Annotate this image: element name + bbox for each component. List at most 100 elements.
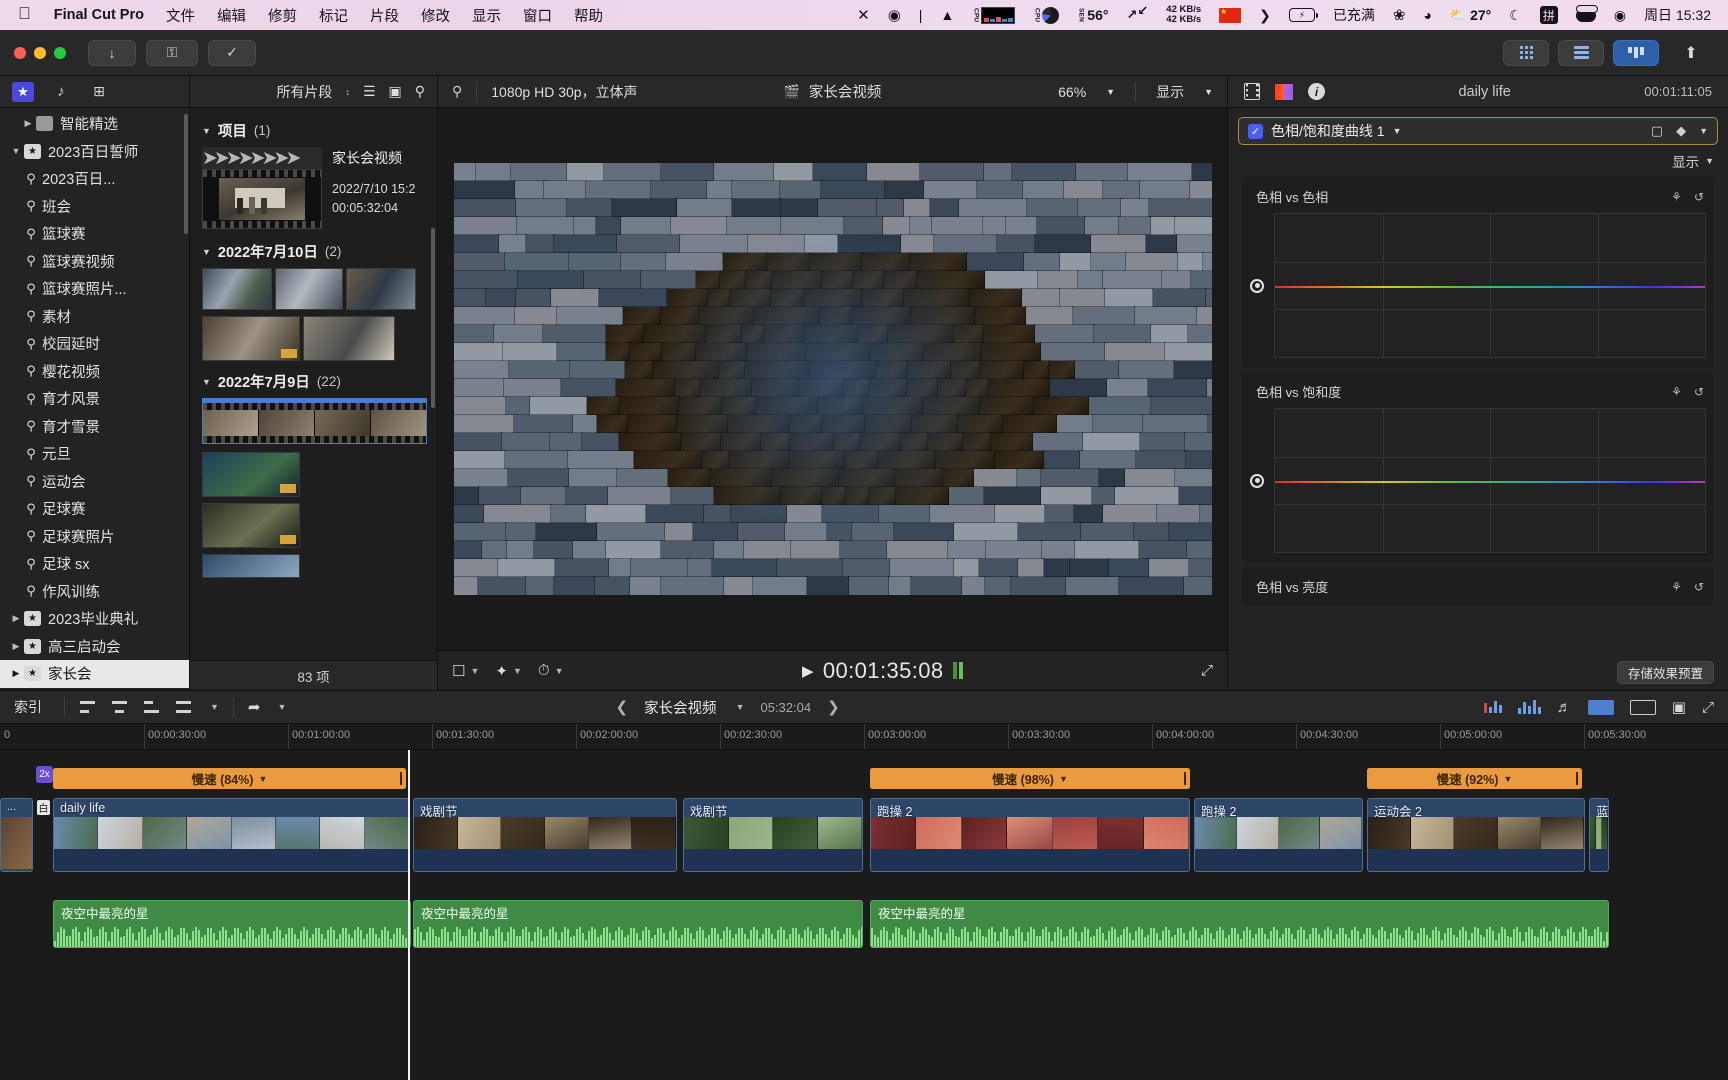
- curve-knob[interactable]: [1250, 473, 1264, 488]
- previous-icon[interactable]: ❮: [615, 698, 628, 716]
- select-tool-icon[interactable]: ➦: [248, 698, 261, 716]
- menu-item-modify[interactable]: 修改: [410, 5, 461, 26]
- reset-icon[interactable]: ↺: [1694, 580, 1704, 594]
- expand-timeline-icon[interactable]: ▣: [1672, 698, 1686, 716]
- video-clip-2[interactable]: 戏剧节: [683, 798, 863, 872]
- menu-item-edit[interactable]: 编辑: [206, 5, 257, 26]
- disclosure-triangle-icon[interactable]: ▼: [202, 377, 211, 387]
- video-clip-6[interactable]: 蓝: [1589, 798, 1609, 872]
- disclosure-triangle-icon[interactable]: ▶: [8, 668, 24, 679]
- chevron-down-icon[interactable]: ▼: [1393, 126, 1402, 136]
- mask-icon[interactable]: ▢: [1651, 123, 1663, 139]
- browser-group-date-0709[interactable]: ▼ 2022年7月9日 (22): [190, 367, 437, 398]
- retime-bar-0[interactable]: 慢速 (84%) ▼: [53, 768, 406, 789]
- sidebar-item-15[interactable]: ⚲ 足球赛照片: [0, 523, 189, 551]
- append-clip-icon[interactable]: [143, 699, 161, 715]
- chevron-down-icon[interactable]: ▼: [1699, 126, 1708, 136]
- overwrite-clip-icon[interactable]: [175, 699, 193, 715]
- connect-clip-icon[interactable]: [79, 699, 97, 715]
- show-label[interactable]: 显示: [1672, 151, 1699, 171]
- curve-hue-vs-luma[interactable]: 色相 vs 亮度 ⚘ ↺: [1242, 567, 1714, 605]
- audio-meter-icon[interactable]: [1483, 701, 1502, 713]
- titles-generators-icon[interactable]: ⊞: [88, 82, 110, 102]
- gpu-monitor[interactable]: CPU: [1024, 6, 1068, 24]
- cursor-icon[interactable]: |: [910, 7, 932, 23]
- clip-thumbnail[interactable]: [202, 503, 300, 548]
- retime-bar-2[interactable]: 慢速 (92%) ▼: [1367, 768, 1582, 789]
- menu-item-window[interactable]: 窗口: [512, 5, 563, 26]
- menu-item-help[interactable]: 帮助: [563, 5, 614, 26]
- clip-thumbnail[interactable]: [202, 554, 300, 578]
- enhancements-icon[interactable]: ✦ ▼: [495, 662, 522, 680]
- airplay-icon[interactable]: ▲: [931, 7, 963, 23]
- do-not-disturb-moon-icon[interactable]: ☾: [1500, 7, 1531, 24]
- reset-icon[interactable]: ↺: [1694, 190, 1704, 204]
- disclosure-triangle-icon[interactable]: ▶: [8, 641, 24, 652]
- curve-line[interactable]: [1275, 285, 1705, 288]
- audio-clip-0[interactable]: 夜空中最亮的星: [53, 900, 411, 948]
- libraries-icon[interactable]: ★: [12, 81, 34, 102]
- timeline-toggle-button[interactable]: [1558, 39, 1604, 66]
- sidebar-item-9[interactable]: ⚲ 樱花视频: [0, 358, 189, 386]
- clip-thumbnail[interactable]: [202, 316, 300, 361]
- import-media-icon[interactable]: ↓: [88, 39, 136, 66]
- viewer-canvas[interactable]: [438, 108, 1227, 650]
- menubar-clock[interactable]: 周日 15:32: [1635, 5, 1720, 25]
- chevron-down-icon[interactable]: ▼: [1059, 774, 1068, 784]
- photos-audio-icon[interactable]: ♪: [50, 82, 72, 102]
- video-clip-3[interactable]: 跑操 2: [870, 798, 1190, 872]
- disclosure-triangle-icon[interactable]: ▶: [8, 613, 24, 624]
- audio-clip-2[interactable]: 夜空中最亮的星: [870, 900, 1609, 948]
- timeline-canvas[interactable]: 2x 慢速 (84%) ▼ 慢速 (98%) ▼ 慢速 (92%) ▼... daily li…: [0, 750, 1728, 1080]
- menu-overflow-chevron-icon[interactable]: ❯: [1250, 7, 1280, 24]
- wifi-icon[interactable]: ◕: [1414, 7, 1440, 23]
- search-icon[interactable]: ⚲: [452, 83, 462, 100]
- clip-thumbnail[interactable]: [202, 452, 300, 497]
- minimize-window-button[interactable]: [34, 46, 46, 59]
- viewer-zoom-level[interactable]: 66%: [1058, 84, 1086, 100]
- weather-widget[interactable]: ⛅ 27°: [1441, 7, 1500, 23]
- sidebar-item-13[interactable]: ⚲ 运动会: [0, 468, 189, 496]
- sensor-temp[interactable]: SEN 56°: [1068, 7, 1117, 23]
- browser-group-projects[interactable]: ▼ 项目 (1): [190, 116, 437, 147]
- eyedropper-icon[interactable]: ⚘: [1671, 580, 1682, 594]
- chevron-down-icon[interactable]: ▼: [1503, 774, 1512, 784]
- inspector-toggle-button[interactable]: [1613, 39, 1659, 66]
- curve-editor[interactable]: [1242, 213, 1714, 368]
- speed-badge[interactable]: 2x: [36, 766, 53, 783]
- inspector-show-row[interactable]: 显示 ▼: [1228, 145, 1728, 173]
- sidebar-item-18[interactable]: ▶ ★ 2023毕业典礼: [0, 605, 189, 633]
- clip-thumbnail-row[interactable]: [190, 316, 437, 367]
- sidebar-item-7[interactable]: ⚲ 素材: [0, 303, 189, 331]
- sidebar-item-5[interactable]: ⚲ 篮球赛视频: [0, 248, 189, 276]
- sidebar-item-3[interactable]: ⚲ 班会: [0, 193, 189, 221]
- menu-app-name[interactable]: Final Cut Pro: [43, 7, 155, 23]
- effect-row-hue-saturation-curves[interactable]: ✓ 色相/饱和度曲线 1 ▼ ▢ ◆ ▼: [1238, 117, 1718, 145]
- color-inspector-icon[interactable]: [1275, 83, 1293, 100]
- sidebar-item-14[interactable]: ⚲ 足球赛: [0, 495, 189, 523]
- apple-logo-icon[interactable]: : [8, 4, 43, 26]
- sidebar-item-list[interactable]: ▶ 智能精选 ▼ ★ 2023百日誓师 ⚲ 2023百日... ⚲ 班会 ⚲ 篮球赛 ⚲ 篮球赛视频 ⚲ 篮…: [0, 108, 189, 690]
- clip-thumbnail-row[interactable]: [190, 503, 437, 554]
- retime-bar-1[interactable]: 慢速 (98%) ▼: [870, 768, 1190, 789]
- chevron-down-icon[interactable]: ▼: [736, 702, 745, 712]
- play-icon[interactable]: ▶: [802, 662, 814, 680]
- disclosure-triangle-icon[interactable]: ▼: [202, 126, 211, 136]
- menu-item-mark[interactable]: 标记: [308, 5, 359, 26]
- clip-thumbnail[interactable]: [202, 268, 272, 310]
- china-flag-icon[interactable]: [1210, 7, 1250, 23]
- timeline-project-name[interactable]: 家长会视频: [644, 697, 717, 718]
- shortcuts-icon[interactable]: ✕: [848, 6, 879, 24]
- curve-grid[interactable]: [1274, 408, 1706, 553]
- list-view-icon[interactable]: ☰: [363, 83, 376, 100]
- save-effects-preset-button[interactable]: 存储效果预置: [1616, 660, 1714, 684]
- audio-meter[interactable]: [952, 662, 963, 679]
- audio-clip-1[interactable]: 夜空中最亮的星: [413, 900, 863, 948]
- network-speed[interactable]: 42 KB/s 42 KB/s: [1157, 4, 1210, 26]
- curve-hue-vs-hue[interactable]: 色相 vs 色相 ⚘ ↺: [1242, 177, 1714, 368]
- clip-thumbnail[interactable]: [303, 316, 395, 361]
- sidebar-item-19[interactable]: ▶ ★ 高三启动会: [0, 633, 189, 661]
- clip-thumbnail[interactable]: [346, 268, 416, 310]
- curve-hue-vs-saturation[interactable]: 色相 vs 饱和度 ⚘ ↺: [1242, 372, 1714, 563]
- transform-icon[interactable]: ☐ ▼: [452, 662, 479, 680]
